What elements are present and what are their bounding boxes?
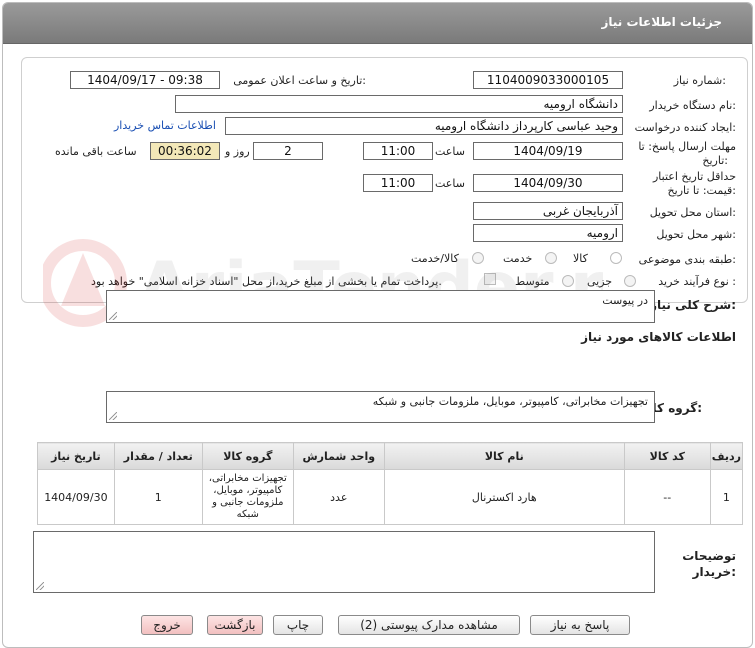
- buyer-org-field: دانشگاه ارومیه: [175, 95, 623, 113]
- validity-time-field: 11:00: [363, 174, 433, 192]
- remaining-label: ساعت باقی مانده: [55, 145, 137, 158]
- process-option-medium: متوسط: [515, 275, 550, 288]
- process-radio-medium[interactable]: [562, 275, 574, 287]
- buyer-notes-label-2: خریدار:: [692, 565, 736, 579]
- col-qty: تعداد / مقدار: [113, 442, 203, 470]
- deadline-time-field: 11:00: [363, 142, 433, 160]
- back-button[interactable]: بازگشت: [207, 615, 263, 635]
- goods-table: ردیف کد کالا نام کالا واحد شمارش گروه کا…: [37, 442, 744, 525]
- title-bar: جزئیات اطلاعات نیاز: [3, 3, 752, 44]
- col-code: کد کالا: [623, 442, 711, 470]
- col-row: ردیف: [709, 442, 744, 470]
- validity-label-2: قیمت: تا تاریخ:: [667, 184, 736, 197]
- need-number-label: شماره نیاز:: [673, 74, 726, 87]
- province-label: استان محل تحویل:: [649, 206, 736, 219]
- category-radio-goods[interactable]: [610, 252, 622, 264]
- province-field: آذربایجان غربی: [473, 202, 623, 220]
- announce-label: تاریخ و ساعت اعلان عمومی:: [233, 74, 366, 87]
- process-option-minor: جزیی: [587, 275, 613, 288]
- resize-grip-icon[interactable]: [109, 412, 117, 420]
- deadline-label-2: تاریخ:: [702, 154, 728, 167]
- deadline-label: مهلت ارسال پاسخ: تا: [638, 140, 736, 153]
- validity-label: حداقل تاریخ اعتبار: [652, 170, 736, 183]
- category-label: طبقه بندی موضوعی:: [638, 253, 736, 266]
- payment-note: پرداخت تمام یا بخشی از مبلغ خرید،از محل …: [91, 275, 442, 288]
- page-title: جزئیات اطلاعات نیاز: [601, 15, 722, 29]
- resize-grip-icon[interactable]: [109, 312, 117, 320]
- category-option-both: کالا/خدمت: [411, 252, 459, 265]
- goods-group-textarea[interactable]: تجهیزات مخابراتی، کامپیوتر، موبایل، ملزو…: [106, 391, 655, 423]
- process-label: نوع فرآیند خرید :: [658, 275, 736, 288]
- resize-grip-icon[interactable]: [36, 582, 44, 590]
- cell-unit: عدد: [292, 469, 385, 525]
- reply-button[interactable]: پاسخ به نیاز: [530, 615, 630, 635]
- description-value: در پیوست: [602, 294, 648, 307]
- print-button[interactable]: چاپ: [273, 615, 323, 635]
- process-radio-minor[interactable]: [624, 275, 636, 287]
- validity-hour-label: ساعت: [435, 177, 465, 190]
- cell-date: 1404/09/30: [37, 469, 115, 525]
- col-unit: واحد شمارش: [292, 442, 385, 470]
- category-radio-both[interactable]: [472, 252, 484, 264]
- buyer-notes-textarea[interactable]: [33, 531, 655, 593]
- buyer-org-label: نام دستگاه خریدار:: [649, 99, 736, 112]
- detail-window: جزئیات اطلاعات نیاز شماره نیاز: 11040090…: [2, 2, 753, 648]
- cell-row: 1: [709, 469, 744, 525]
- city-field: ارومیه: [473, 224, 623, 242]
- cell-name: هارد اکسترنال: [383, 469, 625, 525]
- days-field: 2: [253, 142, 323, 160]
- category-option-goods: کالا: [573, 252, 588, 265]
- days-label: روز و: [225, 145, 250, 158]
- need-number-field: 1104009033000105: [473, 71, 623, 89]
- attachments-button[interactable]: مشاهده مدارک پیوستی (2): [338, 615, 520, 635]
- contact-buyer-link[interactable]: اطلاعات تماس خریدار: [114, 119, 216, 132]
- exit-button[interactable]: خروج: [141, 615, 193, 635]
- description-textarea[interactable]: در پیوست: [106, 290, 655, 323]
- category-option-service: خدمت: [503, 252, 533, 265]
- col-date: تاریخ نیاز: [37, 442, 115, 470]
- description-label: شرح کلی نیاز:: [650, 298, 736, 312]
- category-radio-service[interactable]: [545, 252, 557, 264]
- goods-group-value: تجهیزات مخابراتی، کامپیوتر، موبایل، ملزو…: [372, 395, 648, 408]
- goods-info-heading: اطلاعات کالاهای مورد نیاز: [581, 330, 736, 344]
- table-row: 1 -- هارد اکسترنال عدد تجهیزات مخابراتی،…: [37, 469, 744, 525]
- payment-checkbox[interactable]: [484, 273, 496, 285]
- deadline-date-field: 1404/09/19: [473, 142, 623, 160]
- deadline-hour-label: ساعت: [435, 145, 465, 158]
- col-group: گروه کالا: [201, 442, 294, 470]
- remaining-time-field: 00:36:02: [150, 142, 220, 160]
- cell-code: --: [623, 469, 711, 525]
- col-name: نام کالا: [383, 442, 625, 470]
- cell-group: تجهیزات مخابراتی، کامپیوتر، موبایل، ملزو…: [201, 469, 294, 525]
- buyer-notes-label: توضیحات: [682, 549, 736, 563]
- table-header-row: ردیف کد کالا نام کالا واحد شمارش گروه کا…: [37, 442, 744, 470]
- announce-field: 1404/09/17 - 09:38: [70, 71, 220, 89]
- creator-label: ایجاد کننده درخواست:: [634, 121, 736, 134]
- creator-field: وحید عباسی کارپرداز دانشگاه ارومیه: [225, 117, 623, 135]
- cell-qty: 1: [113, 469, 203, 525]
- city-label: شهر محل تحویل:: [656, 228, 736, 241]
- validity-date-field: 1404/09/30: [473, 174, 623, 192]
